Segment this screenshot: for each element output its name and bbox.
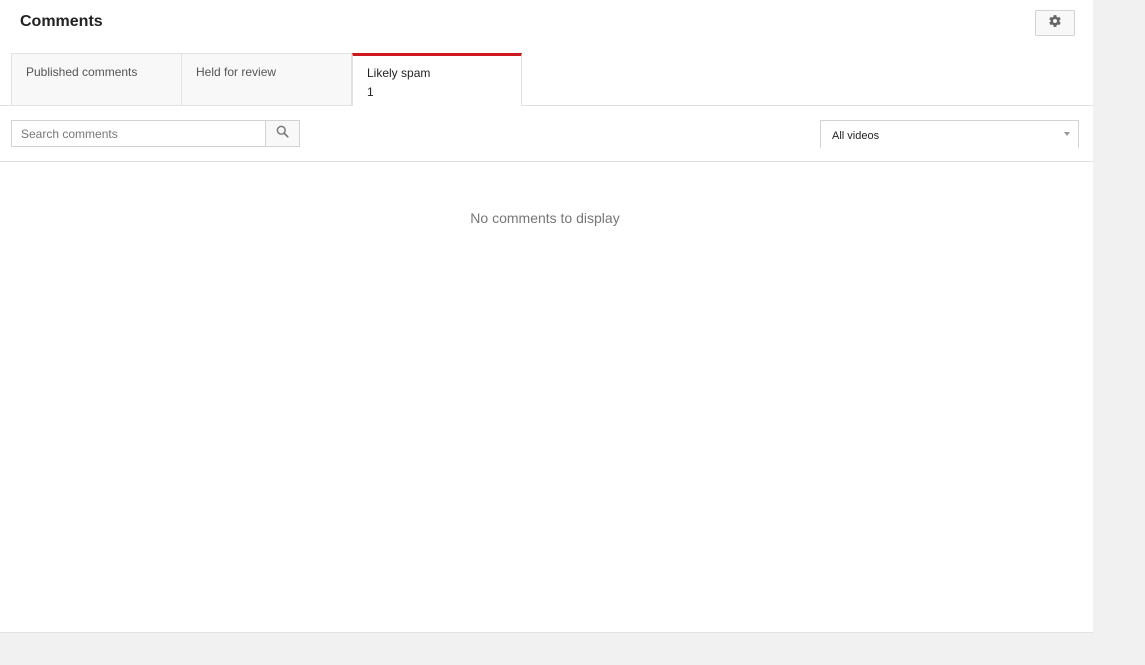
tab-published-comments[interactable]: Published comments xyxy=(11,53,182,105)
tabs-divider xyxy=(0,105,1093,106)
search-button[interactable] xyxy=(265,120,300,147)
tab-label: Published comments xyxy=(26,65,138,79)
page-title: Comments xyxy=(20,13,103,30)
search-icon xyxy=(276,125,289,143)
comments-panel: Comments Published comments Held for rev… xyxy=(0,0,1093,633)
video-filter-select[interactable]: All videos xyxy=(820,120,1079,148)
tab-label: Likely spam xyxy=(367,66,431,80)
tab-count: 1 xyxy=(367,85,374,99)
tab-held-for-review[interactable]: Held for review xyxy=(181,53,352,105)
dropdown-arrow-icon xyxy=(1064,132,1070,136)
video-filter-value: All videos xyxy=(832,130,880,142)
filter-divider xyxy=(0,161,1093,162)
tab-likely-spam[interactable]: Likely spam 1 xyxy=(352,53,522,106)
search-input[interactable] xyxy=(11,120,266,147)
settings-button[interactable] xyxy=(1035,10,1075,36)
tab-label: Held for review xyxy=(196,65,277,79)
gear-icon xyxy=(1048,14,1062,33)
empty-state-message: No comments to display xyxy=(470,210,620,226)
